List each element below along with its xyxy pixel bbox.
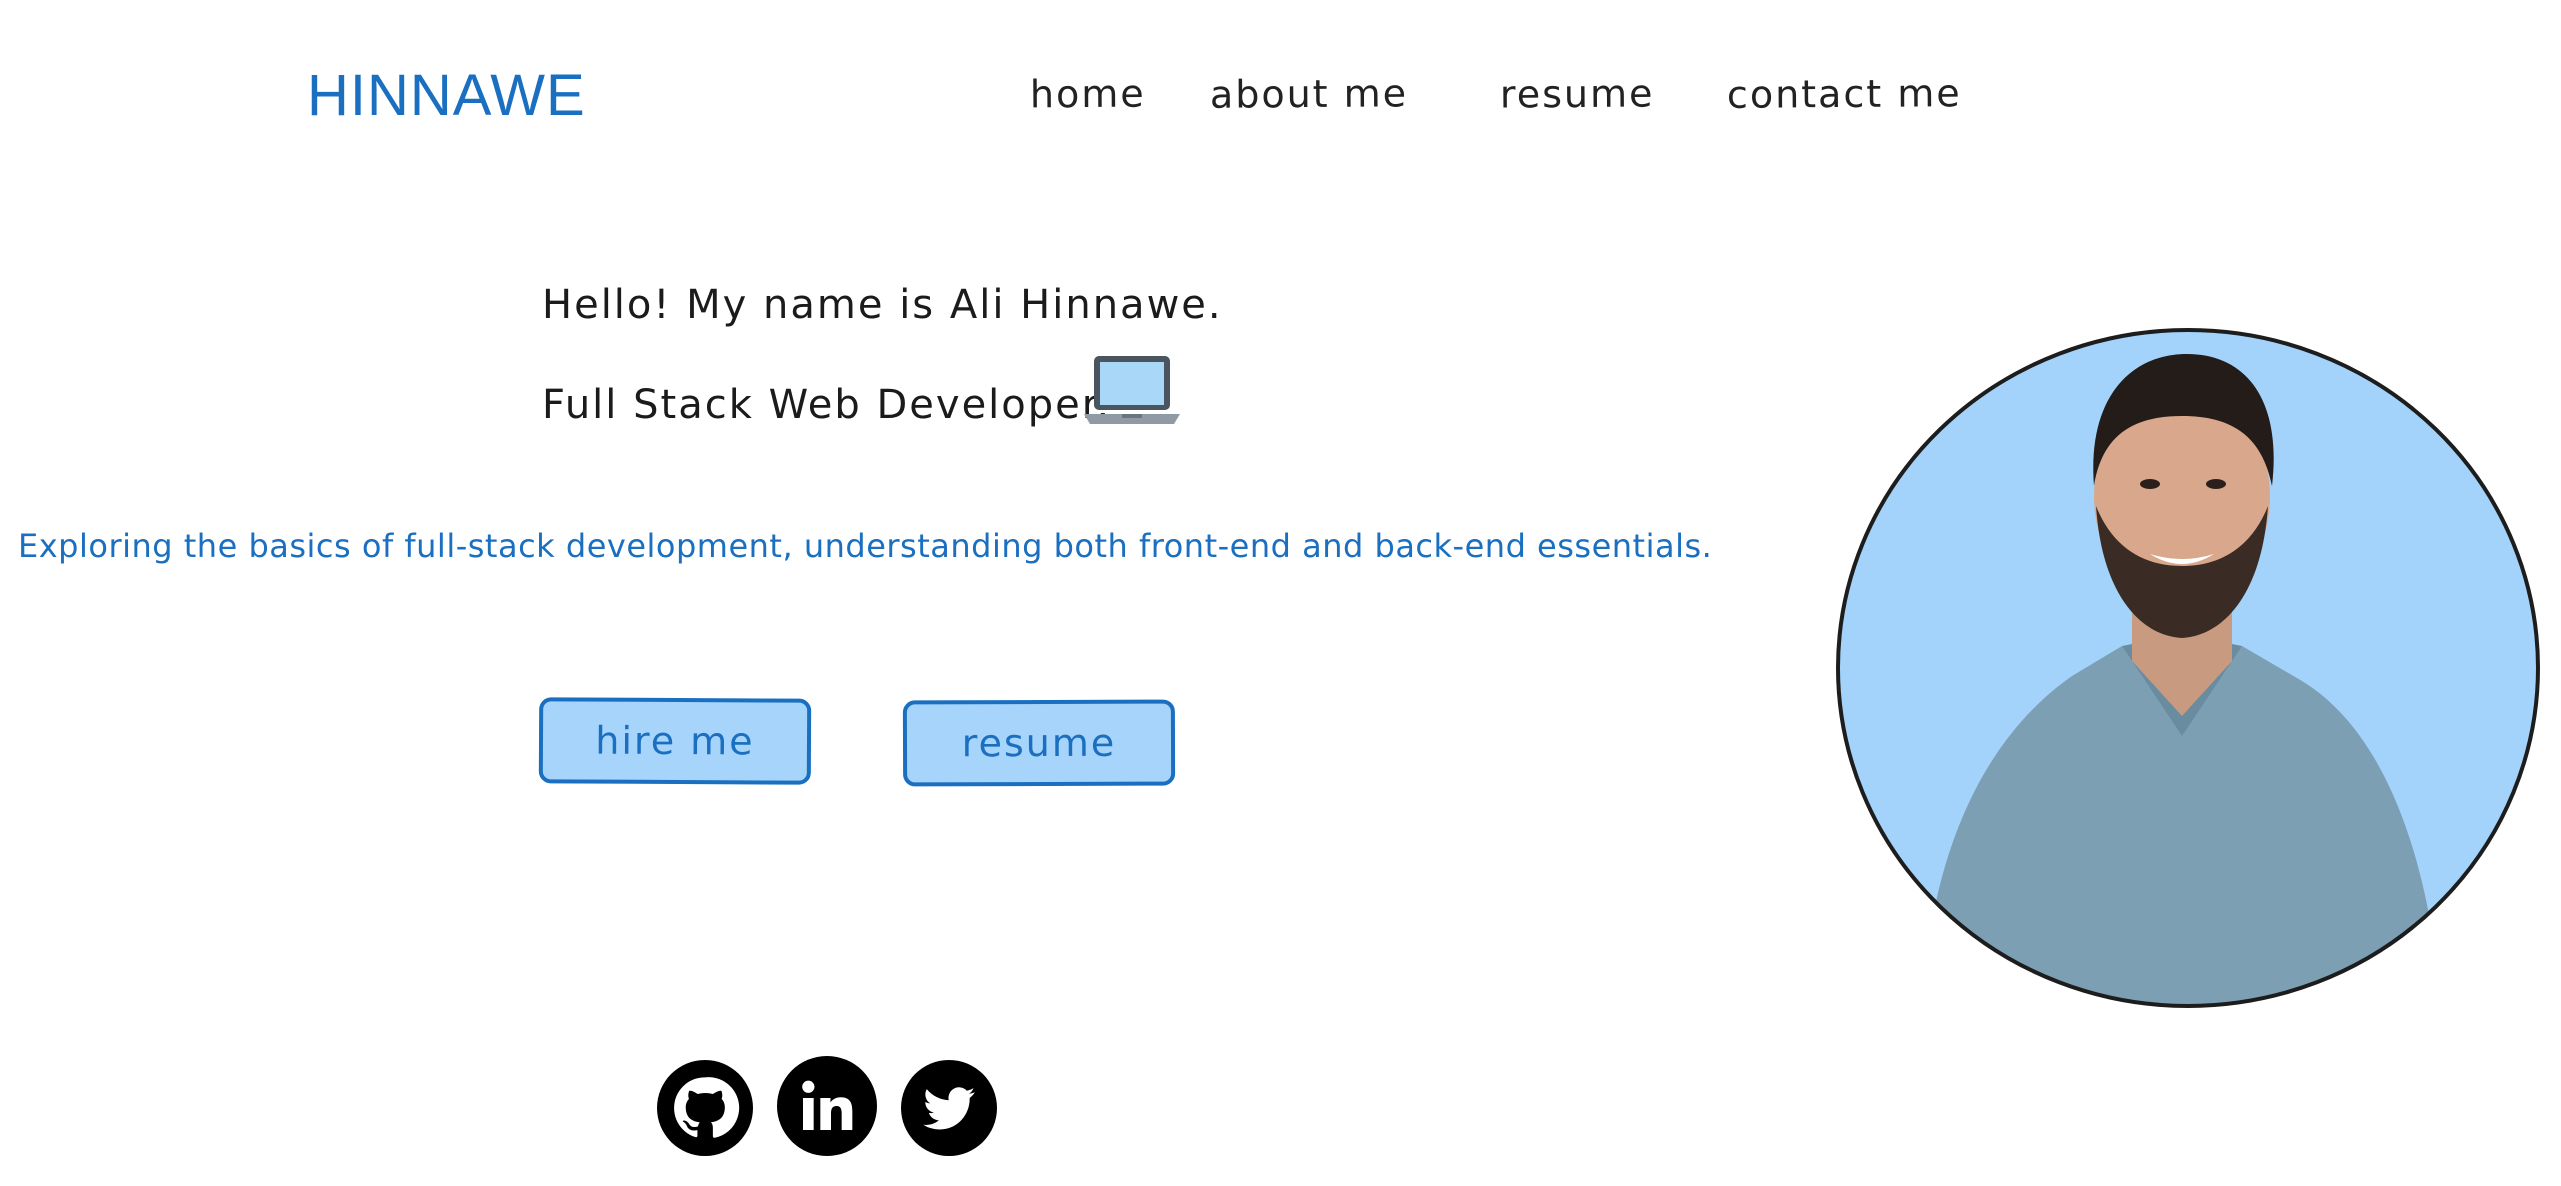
- site-logo[interactable]: HINNAWE: [307, 62, 586, 129]
- hire-me-button[interactable]: hire me: [538, 697, 812, 785]
- nav-about-link[interactable]: about me: [1210, 71, 1409, 128]
- resume-button[interactable]: resume: [902, 699, 1176, 787]
- nav-contact-link[interactable]: contact me: [1727, 71, 1962, 129]
- profile-photo: [1832, 316, 2544, 1016]
- github-icon[interactable]: [657, 1060, 753, 1156]
- laptop-icon: [1080, 352, 1184, 432]
- tagline-text: Exploring the basics of full-stack devel…: [18, 527, 1713, 565]
- social-links: [657, 1056, 997, 1156]
- linkedin-icon[interactable]: [777, 1056, 877, 1156]
- nav-resume-link[interactable]: resume: [1500, 71, 1655, 128]
- role-heading: Full Stack Web Developer.: [542, 382, 1112, 428]
- twitter-icon[interactable]: [901, 1060, 997, 1156]
- greeting-heading: Hello! My name is Ali Hinnawe.: [542, 282, 1223, 328]
- nav-home-link[interactable]: home: [1030, 72, 1146, 129]
